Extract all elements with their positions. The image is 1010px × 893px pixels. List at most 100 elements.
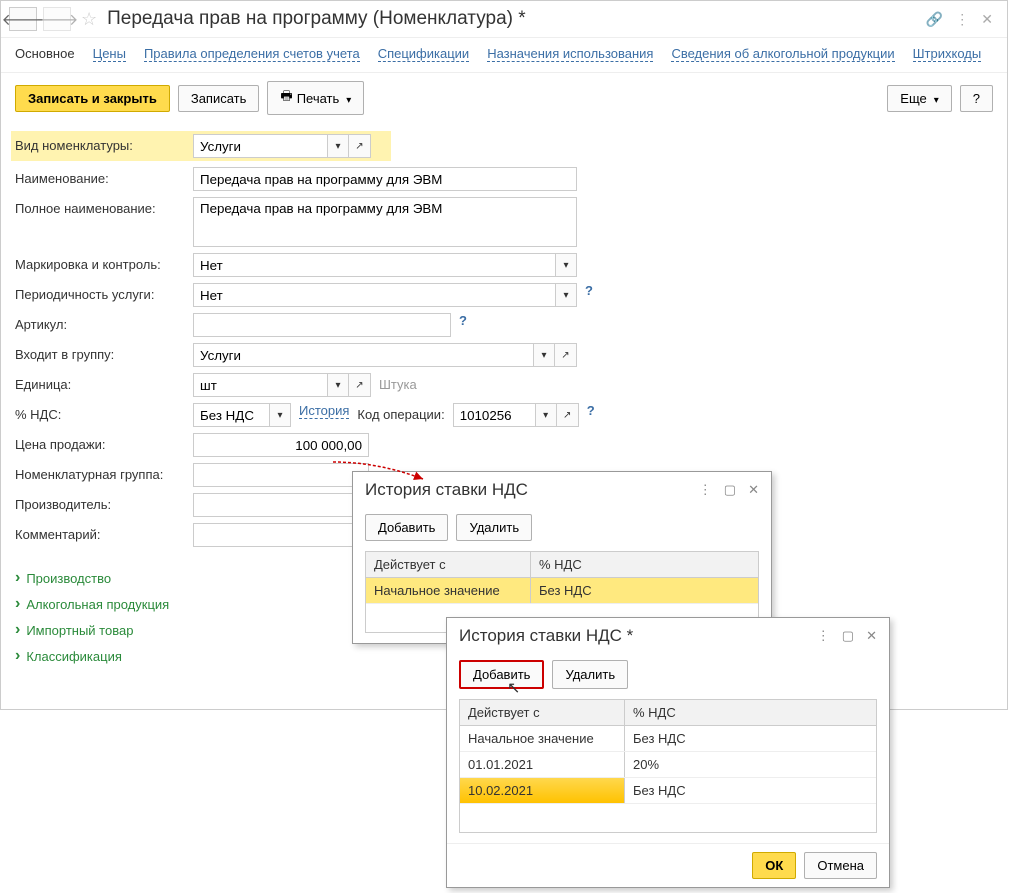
- row-name: Наименование:: [15, 167, 993, 191]
- article-input[interactable]: [193, 313, 451, 337]
- row-article: Артикул: ?: [15, 313, 993, 337]
- nomen-group-label: Номенклатурная группа:: [15, 463, 185, 482]
- row-vat: % НДС: ▾ История Код операции: ▾ ↗ ?: [15, 403, 993, 427]
- popup2-ok-button[interactable]: ОК: [752, 852, 796, 879]
- cell: Без НДС: [531, 578, 758, 603]
- dropdown-icon[interactable]: ▾: [535, 403, 557, 427]
- cell: 01.01.2021: [460, 752, 625, 777]
- dropdown-icon[interactable]: ▾: [533, 343, 555, 367]
- cell: Начальное значение: [366, 578, 531, 603]
- nomen-group-input[interactable]: [193, 463, 369, 487]
- group-input[interactable]: [193, 343, 533, 367]
- printer-icon: 🖶: [280, 87, 292, 109]
- unit-label: Единица:: [15, 373, 185, 392]
- tab-barcodes[interactable]: Штрихкоды: [913, 46, 982, 62]
- comment-input[interactable]: [193, 523, 369, 547]
- popup2-delete-button[interactable]: Удалить: [552, 660, 628, 689]
- popup1-delete-button[interactable]: Удалить: [456, 514, 532, 541]
- comment-label: Комментарий:: [15, 523, 185, 542]
- full-name-label: Полное наименование:: [15, 197, 185, 216]
- op-code-input[interactable]: [453, 403, 535, 427]
- tab-prices[interactable]: Цены: [93, 46, 126, 62]
- close-icon[interactable]: ✕: [981, 11, 993, 28]
- tab-main[interactable]: Основное: [15, 46, 75, 62]
- close-icon[interactable]: ✕: [866, 628, 877, 644]
- forward-button[interactable]: 🡒: [43, 7, 71, 31]
- dropdown-icon[interactable]: ▾: [327, 373, 349, 397]
- back-button[interactable]: 🡐: [9, 7, 37, 31]
- popup1-row-initial[interactable]: Начальное значение Без НДС: [366, 578, 758, 604]
- popup2-row[interactable]: 10.02.2021 Без НДС: [460, 778, 876, 804]
- popup2-col-from[interactable]: Действует с: [460, 700, 625, 725]
- row-full-name: Полное наименование:: [15, 197, 993, 247]
- manufacturer-input[interactable]: [193, 493, 369, 517]
- popup2-add-button[interactable]: Добавить: [459, 660, 544, 689]
- row-group: Входит в группу: ▾ ↗: [15, 343, 993, 367]
- popup2-cancel-button[interactable]: Отмена: [804, 852, 877, 879]
- row-nomen-type: Вид номенклатуры: ▾ ↗: [11, 131, 391, 161]
- help-icon[interactable]: ?: [587, 403, 595, 418]
- window-title: Передача прав на программу (Номенклатура…: [107, 8, 920, 30]
- link-icon[interactable]: 🔗: [926, 11, 943, 28]
- popup1-col-from[interactable]: Действует с: [366, 552, 531, 577]
- favorite-icon[interactable]: ☆: [81, 9, 97, 30]
- dropdown-icon[interactable]: ▾: [555, 283, 577, 307]
- tab-accounts[interactable]: Правила определения счетов учета: [144, 46, 360, 62]
- dropdown-icon[interactable]: ▾: [327, 134, 349, 158]
- close-icon[interactable]: ✕: [748, 482, 759, 498]
- marking-label: Маркировка и контроль:: [15, 253, 185, 272]
- sale-price-input[interactable]: [193, 433, 369, 457]
- tab-bar: Основное Цены Правила определения счетов…: [1, 38, 1007, 73]
- history-link[interactable]: История: [299, 403, 349, 419]
- save-close-button[interactable]: Записать и закрыть: [15, 85, 170, 112]
- unit-hint: Штука: [379, 373, 417, 392]
- save-button[interactable]: Записать: [178, 85, 260, 112]
- dropdown-icon[interactable]: ▾: [555, 253, 577, 277]
- popup2-row[interactable]: 01.01.2021 20%: [460, 752, 876, 778]
- group-label: Входит в группу:: [15, 343, 185, 362]
- help-icon[interactable]: ?: [459, 313, 467, 328]
- row-sale-price: Цена продажи:: [15, 433, 993, 457]
- menu-icon[interactable]: ⋮: [955, 11, 969, 28]
- popup2-title: История ставки НДС *: [459, 626, 809, 646]
- open-ref-icon[interactable]: ↗: [349, 134, 371, 158]
- help-icon[interactable]: ?: [585, 283, 593, 298]
- popup2-row[interactable]: Начальное значение Без НДС: [460, 726, 876, 752]
- menu-icon[interactable]: ⋮: [817, 628, 830, 644]
- maximize-icon[interactable]: ▢: [842, 628, 854, 644]
- cell: 20%: [625, 752, 876, 777]
- sale-price-label: Цена продажи:: [15, 433, 185, 452]
- tab-usage[interactable]: Назначения использования: [487, 46, 653, 62]
- help-button[interactable]: ?: [960, 85, 993, 112]
- popup2-grid: Действует с % НДС Начальное значение Без…: [459, 699, 877, 833]
- periodicity-input[interactable]: [193, 283, 555, 307]
- vat-input[interactable]: [193, 403, 269, 427]
- vat-label: % НДС:: [15, 403, 185, 422]
- more-label: Еще: [900, 91, 926, 106]
- popup1-title: История ставки НДС: [365, 480, 691, 500]
- open-ref-icon[interactable]: ↗: [555, 343, 577, 367]
- open-ref-icon[interactable]: ↗: [349, 373, 371, 397]
- cell: 10.02.2021: [460, 778, 625, 803]
- tab-specs[interactable]: Спецификации: [378, 46, 470, 62]
- periodicity-label: Периодичность услуги:: [15, 283, 185, 302]
- menu-icon[interactable]: ⋮: [699, 482, 712, 498]
- full-name-input[interactable]: [193, 197, 577, 247]
- maximize-icon[interactable]: ▢: [724, 482, 736, 498]
- tab-alcohol[interactable]: Сведения об алкогольной продукции: [671, 46, 894, 62]
- unit-input[interactable]: [193, 373, 327, 397]
- dropdown-icon[interactable]: ▾: [269, 403, 291, 427]
- popup1-col-vat[interactable]: % НДС: [531, 552, 758, 577]
- popup1-add-button[interactable]: Добавить: [365, 514, 448, 541]
- popup2-col-vat[interactable]: % НДС: [625, 700, 876, 725]
- name-input[interactable]: [193, 167, 577, 191]
- more-button[interactable]: Еще: [887, 85, 951, 112]
- header-bar: 🡐 🡒 ☆ Передача прав на программу (Номенк…: [1, 1, 1007, 38]
- print-button[interactable]: 🖶 Печать: [267, 81, 364, 115]
- nomen-type-input[interactable]: [193, 134, 327, 158]
- row-marking: Маркировка и контроль: ▾: [15, 253, 993, 277]
- cell: Начальное значение: [460, 726, 625, 751]
- caret-icon: [931, 91, 939, 106]
- marking-input[interactable]: [193, 253, 555, 277]
- open-ref-icon[interactable]: ↗: [557, 403, 579, 427]
